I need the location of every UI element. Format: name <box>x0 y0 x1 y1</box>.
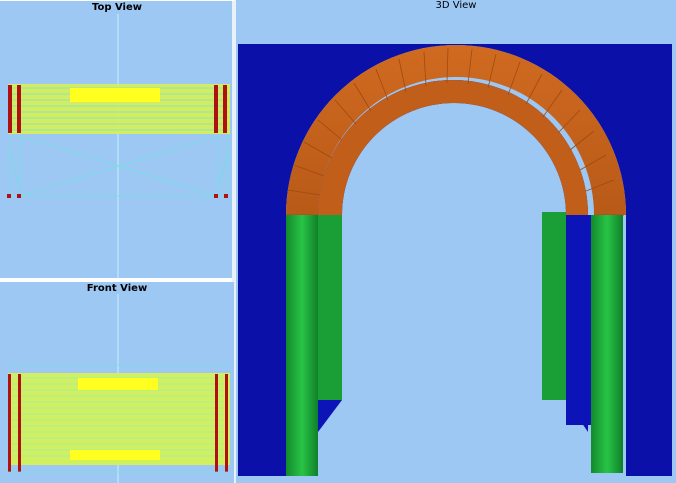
top-view-corner-3 <box>214 194 218 198</box>
front-view-post-right-outer <box>225 374 228 472</box>
top-view-canvas[interactable] <box>0 0 234 278</box>
top-view-corner-1 <box>7 194 11 198</box>
top-view-highlight <box>70 88 160 102</box>
top-view-lower-wire <box>9 134 229 197</box>
3d-pillar-right-outer <box>591 215 623 473</box>
3d-pillar-left-outer <box>286 215 318 476</box>
top-view-post-left-outer <box>8 85 12 133</box>
front-view-canvas[interactable] <box>0 282 234 483</box>
top-view-panel[interactable]: Top View <box>0 0 234 278</box>
3d-pillar-left-inner <box>318 215 342 400</box>
front-view-highlight-bottom <box>70 450 160 460</box>
top-view-post-right-inner <box>214 85 218 133</box>
3d-view-panel[interactable]: 3D View <box>236 0 676 483</box>
top-view-post-right-outer <box>223 85 227 133</box>
front-view-post-left-inner <box>18 374 21 472</box>
front-view-post-right-inner <box>215 374 218 472</box>
front-view-highlight-top <box>78 378 158 390</box>
top-border <box>0 0 234 1</box>
3d-pillar-right-inner <box>542 212 566 400</box>
front-view-panel[interactable]: Front View <box>0 282 234 483</box>
3d-view-canvas[interactable] <box>236 0 676 483</box>
top-view-corner-4 <box>224 194 228 198</box>
front-view-post-left-outer <box>8 374 11 472</box>
top-view-corner-2 <box>17 194 21 198</box>
3d-right-side-face <box>566 215 591 425</box>
top-view-post-left-inner <box>17 85 21 133</box>
